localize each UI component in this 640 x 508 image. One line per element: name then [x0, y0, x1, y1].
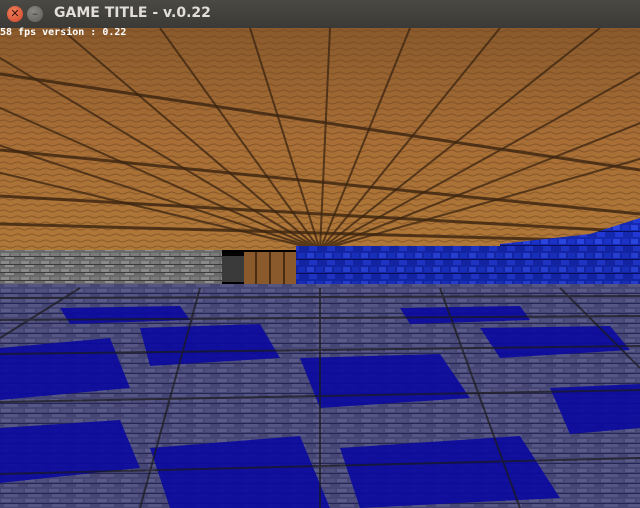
title-bar: ✕ – GAME TITLE - v.0.22: [0, 0, 640, 29]
minimize-button[interactable]: –: [27, 6, 43, 22]
window-title: GAME TITLE - v.0.22: [54, 5, 211, 21]
close-icon: ✕: [10, 7, 20, 20]
floor: [0, 284, 640, 508]
game-window: ✕ – GAME TITLE - v.0.22 58 fps version:…: [0, 0, 640, 508]
fps-counter: 58 fps version : 0.22: [0, 27, 127, 38]
minimize-icon: –: [32, 7, 38, 20]
game-scene: [0, 28, 640, 508]
game-viewport[interactable]: [0, 28, 640, 508]
close-button[interactable]: ✕: [7, 6, 23, 22]
ceiling: [0, 28, 640, 251]
